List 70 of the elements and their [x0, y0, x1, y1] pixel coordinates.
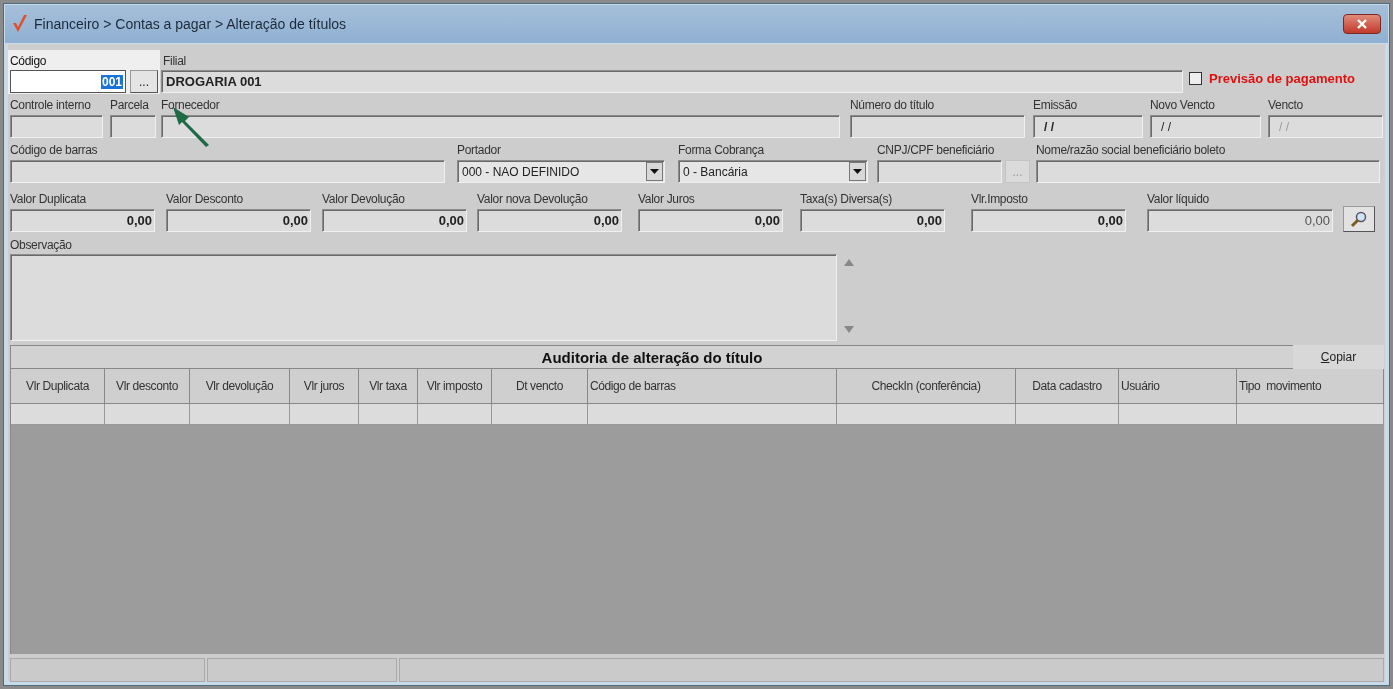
field-value: 0,00 — [754, 213, 780, 228]
field-label: Observação — [10, 238, 73, 252]
field-label: Código de barras — [10, 143, 99, 157]
field-label: CNPJ/CPF beneficiário — [877, 143, 996, 157]
text-field[interactable] — [10, 160, 445, 183]
dropdown-value: 0 - Bancária — [683, 164, 748, 179]
checkbox-label: Previsão de pagamento — [1209, 70, 1355, 86]
amount-field[interactable]: 0,00 — [166, 209, 311, 232]
field-label: Valor Juros — [638, 192, 696, 206]
field-label: Vlr.Imposto — [971, 192, 1029, 206]
date-field[interactable]: / / — [1033, 115, 1143, 138]
amount-field[interactable]: 0,00 — [322, 209, 467, 232]
field-label: Fornecedor — [161, 98, 221, 112]
field-value: 0,00 — [438, 213, 464, 228]
text-field[interactable] — [10, 115, 103, 138]
field-label: Valor Desconto — [166, 192, 244, 206]
field-label: Valor líquido — [1147, 192, 1210, 206]
field-value: / / — [1160, 119, 1171, 134]
field-label: Novo Vencto — [1150, 98, 1216, 112]
checkbox[interactable] — [1189, 71, 1202, 85]
dropdown[interactable]: 0 - Bancária — [678, 160, 868, 183]
lookup-button[interactable]: ... — [130, 70, 158, 93]
copy-button[interactable]: Copiar — [1293, 345, 1384, 369]
field-value: 0,00 — [916, 213, 942, 228]
field-value: 0,00 — [1097, 213, 1123, 228]
field-label: Valor Devolução — [322, 192, 406, 206]
field-label: Filial — [163, 54, 187, 68]
field-value: 0,00 — [1304, 213, 1330, 228]
amount-field[interactable]: 0,00 — [477, 209, 622, 232]
amount-field[interactable]: 0,00 — [800, 209, 945, 232]
field-label: Controle interno — [10, 98, 92, 112]
date-field[interactable]: / / — [1150, 115, 1261, 138]
code-field[interactable]: 001 — [10, 70, 126, 93]
amount-field[interactable]: 0,00 — [971, 209, 1126, 232]
field-label: Valor Duplicata — [10, 192, 87, 206]
text-field[interactable] — [850, 115, 1025, 138]
app-logo-icon — [12, 14, 28, 34]
close-button[interactable] — [1343, 14, 1381, 34]
search-icon — [1350, 210, 1368, 228]
field-value: 001 — [100, 74, 123, 89]
field-label: Vencto — [1268, 98, 1304, 112]
field-label: Emissão — [1033, 98, 1078, 112]
field-value: / / — [1278, 119, 1289, 134]
text-field[interactable] — [161, 115, 840, 138]
dropdown[interactable]: 000 - NAO DEFINIDO — [457, 160, 665, 183]
field-value: 0,00 — [126, 213, 152, 228]
close-icon — [1356, 19, 1368, 29]
text-field[interactable] — [877, 160, 1002, 183]
section-header: Auditoria de alteração do título — [10, 345, 1293, 369]
field-label: Taxa(s) Diversa(s) — [800, 192, 893, 206]
field-label: Nome/razão social beneficiário boleto — [1036, 143, 1226, 157]
field-label: Número do título — [850, 98, 935, 112]
branch-field[interactable]: DROGARIA 001 — [161, 70, 1183, 93]
amount-field[interactable]: 0,00 — [1147, 209, 1333, 232]
text-field[interactable] — [110, 115, 156, 138]
field-value: / / — [1043, 119, 1054, 134]
field-value: 0,00 — [593, 213, 619, 228]
search-button[interactable] — [1343, 206, 1375, 232]
text-field[interactable] — [1036, 160, 1380, 183]
amount-field[interactable]: 0,00 — [10, 209, 155, 232]
field-label: Parcela — [110, 98, 150, 112]
field-label: Valor nova Devolução — [477, 192, 589, 206]
field-value: 0,00 — [282, 213, 308, 228]
field-label: Forma Cobrança — [678, 143, 765, 157]
field-label: Portador — [457, 143, 502, 157]
field-label: Código — [10, 54, 48, 68]
notes-area[interactable] — [10, 254, 837, 341]
dropdown-value: 000 - NAO DEFINIDO — [462, 164, 580, 179]
window-title: Financeiro > Contas a pagar > Alteração de títulos — [34, 16, 348, 32]
amount-field[interactable]: 0,00 — [638, 209, 783, 232]
